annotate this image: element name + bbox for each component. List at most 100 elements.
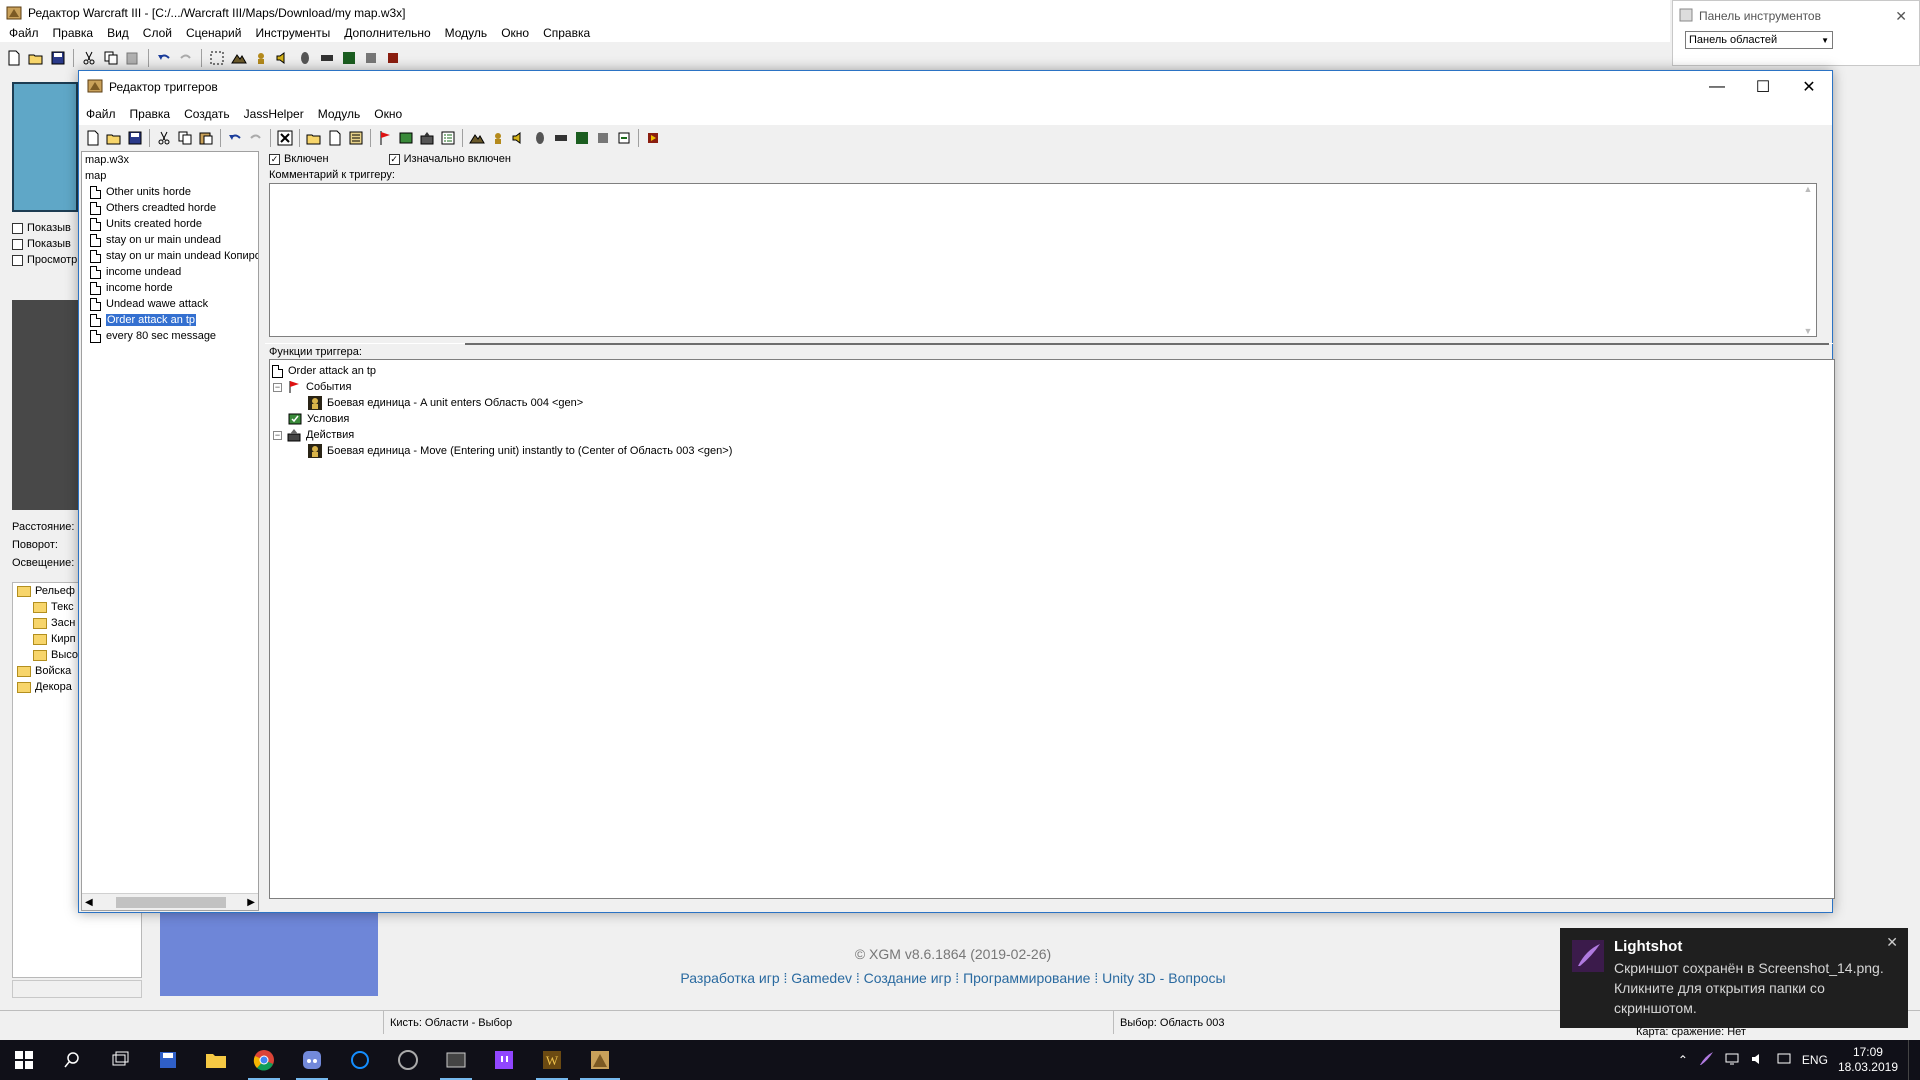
task-view-icon[interactable] bbox=[96, 1040, 144, 1080]
scroll-right-icon[interactable]: ▶ bbox=[247, 897, 255, 908]
cut-icon[interactable] bbox=[154, 128, 174, 148]
tree-root-map-file[interactable]: map.w3x bbox=[82, 152, 258, 168]
new-action-icon[interactable] bbox=[417, 128, 437, 148]
action-center-icon[interactable] bbox=[1776, 1051, 1792, 1070]
ai-editor-icon[interactable] bbox=[530, 128, 550, 148]
scroll-down-icon[interactable]: ▼ bbox=[1804, 326, 1813, 336]
palette-scrollbar[interactable] bbox=[12, 980, 142, 998]
campaign-editor-icon[interactable] bbox=[572, 128, 592, 148]
new-event-icon[interactable] bbox=[375, 128, 395, 148]
trigger-item[interactable]: stay on ur main undead bbox=[82, 232, 258, 248]
open-icon[interactable] bbox=[104, 128, 124, 148]
tray-chevron-up-icon[interactable]: ⌃ bbox=[1678, 1053, 1688, 1067]
te-menu-window[interactable]: Окно bbox=[367, 107, 409, 121]
close-icon[interactable]: ✕ bbox=[1895, 8, 1907, 25]
campaign-editor-icon[interactable] bbox=[339, 48, 359, 68]
undo-icon[interactable] bbox=[154, 48, 174, 68]
menu-file[interactable]: Файл bbox=[2, 26, 46, 40]
tray-lightshot-icon[interactable] bbox=[1698, 1051, 1714, 1070]
trigger-item[interactable]: Others creadted horde bbox=[82, 200, 258, 216]
scroll-left-icon[interactable]: ◀ bbox=[85, 897, 93, 908]
te-menu-create[interactable]: Создать bbox=[177, 107, 237, 121]
close-icon[interactable]: ✕ bbox=[1786, 71, 1832, 103]
test-map-icon[interactable] bbox=[643, 128, 663, 148]
unit-palette-icon[interactable] bbox=[488, 128, 508, 148]
trigger-item[interactable]: income undead bbox=[82, 264, 258, 280]
minimize-icon[interactable]: — bbox=[1694, 71, 1740, 103]
taskbar-clock[interactable]: 17:09 18.03.2019 bbox=[1838, 1045, 1898, 1075]
paste-icon[interactable] bbox=[196, 128, 216, 148]
object-editor-icon[interactable] bbox=[317, 48, 337, 68]
show-desktop-button[interactable] bbox=[1908, 1040, 1912, 1080]
trigger-item[interactable]: income horde bbox=[82, 280, 258, 296]
new-category-icon[interactable] bbox=[304, 128, 324, 148]
site-links[interactable]: Разработка игр ⁞ Gamedev ⁞ Создание игр … bbox=[378, 970, 1528, 986]
variables-icon[interactable] bbox=[438, 128, 458, 148]
map-viewport[interactable] bbox=[160, 912, 378, 996]
new-condition-icon[interactable] bbox=[396, 128, 416, 148]
menu-scenario[interactable]: Сценарий bbox=[179, 26, 248, 40]
copy-icon[interactable] bbox=[101, 48, 121, 68]
collapse-icon[interactable]: − bbox=[273, 382, 282, 392]
menu-module[interactable]: Модуль bbox=[438, 26, 495, 40]
windows-start-icon[interactable] bbox=[0, 1040, 48, 1080]
checkbox[interactable] bbox=[12, 222, 23, 234]
te-menu-file[interactable]: Файл bbox=[79, 107, 123, 121]
events-node[interactable]: − События bbox=[270, 379, 1834, 395]
maximize-icon[interactable]: ☐ bbox=[1740, 71, 1786, 103]
battlenet-icon[interactable] bbox=[336, 1040, 384, 1080]
network-icon[interactable] bbox=[1724, 1051, 1740, 1070]
chrome-icon[interactable] bbox=[240, 1040, 288, 1080]
tree-horizontal-scrollbar[interactable]: ◀ ▶ bbox=[82, 893, 258, 910]
ai-editor-icon[interactable] bbox=[295, 48, 315, 68]
collapse-icon[interactable]: − bbox=[273, 430, 282, 440]
trigger-item-selected[interactable]: Order attack an tp bbox=[82, 312, 258, 328]
new-icon[interactable] bbox=[83, 128, 103, 148]
menu-advanced[interactable]: Дополнительно bbox=[337, 26, 437, 40]
select-icon[interactable] bbox=[207, 48, 227, 68]
conditions-node[interactable]: Условия bbox=[270, 411, 1834, 427]
function-root[interactable]: Order attack an tp bbox=[270, 363, 1834, 379]
new-comment-icon[interactable] bbox=[346, 128, 366, 148]
menu-tools[interactable]: Инструменты bbox=[248, 26, 337, 40]
trigger-item[interactable]: stay on ur main undead Копиро bbox=[82, 248, 258, 264]
sound-icon[interactable] bbox=[273, 48, 293, 68]
trigger-item[interactable]: Undead wawe attack bbox=[82, 296, 258, 312]
import-manager-icon[interactable] bbox=[593, 128, 613, 148]
trigger-item[interactable]: Units created horde bbox=[82, 216, 258, 232]
steam-icon[interactable] bbox=[384, 1040, 432, 1080]
new-map-icon[interactable] bbox=[4, 48, 24, 68]
menu-layer[interactable]: Слой bbox=[136, 26, 179, 40]
close-icon[interactable]: ✕ bbox=[1886, 934, 1898, 951]
copy-icon[interactable] bbox=[175, 128, 195, 148]
scroll-thumb[interactable] bbox=[116, 897, 226, 908]
save-icon[interactable] bbox=[125, 128, 145, 148]
cut-icon[interactable] bbox=[79, 48, 99, 68]
view-option-1[interactable]: Показыв bbox=[12, 220, 77, 236]
terrain-palette-icon[interactable] bbox=[467, 128, 487, 148]
redo-icon[interactable] bbox=[176, 48, 196, 68]
test-map-icon[interactable] bbox=[383, 48, 403, 68]
enabled-checkbox-row[interactable]: ✓ Включен bbox=[269, 151, 329, 167]
twitch-icon[interactable] bbox=[480, 1040, 528, 1080]
redo-icon[interactable] bbox=[246, 128, 266, 148]
trigger-item[interactable]: every 80 sec message bbox=[82, 328, 258, 344]
action-item[interactable]: Боевая единица - Move (Entering unit) in… bbox=[270, 443, 1834, 459]
checkbox[interactable] bbox=[12, 254, 23, 266]
view-option-3[interactable]: Просмотр bbox=[12, 252, 77, 268]
unit-palette-icon[interactable] bbox=[251, 48, 271, 68]
view-option-2[interactable]: Показыв bbox=[12, 236, 77, 252]
volume-icon[interactable] bbox=[1750, 1051, 1766, 1070]
world-editor-task-icon[interactable] bbox=[576, 1040, 624, 1080]
file-explorer-icon[interactable] bbox=[192, 1040, 240, 1080]
new-trigger-icon[interactable] bbox=[325, 128, 345, 148]
delete-icon[interactable] bbox=[275, 128, 295, 148]
enabled-checkbox[interactable]: ✓ bbox=[269, 153, 280, 165]
media-app-icon[interactable] bbox=[432, 1040, 480, 1080]
te-menu-edit[interactable]: Правка bbox=[123, 107, 178, 121]
paste-icon[interactable] bbox=[123, 48, 143, 68]
comment-textarea[interactable]: ▲ ▼ bbox=[269, 183, 1817, 337]
undo-icon[interactable] bbox=[225, 128, 245, 148]
palette-type-select[interactable]: Панель областей ▼ bbox=[1685, 31, 1833, 49]
save-map-icon[interactable] bbox=[48, 48, 68, 68]
